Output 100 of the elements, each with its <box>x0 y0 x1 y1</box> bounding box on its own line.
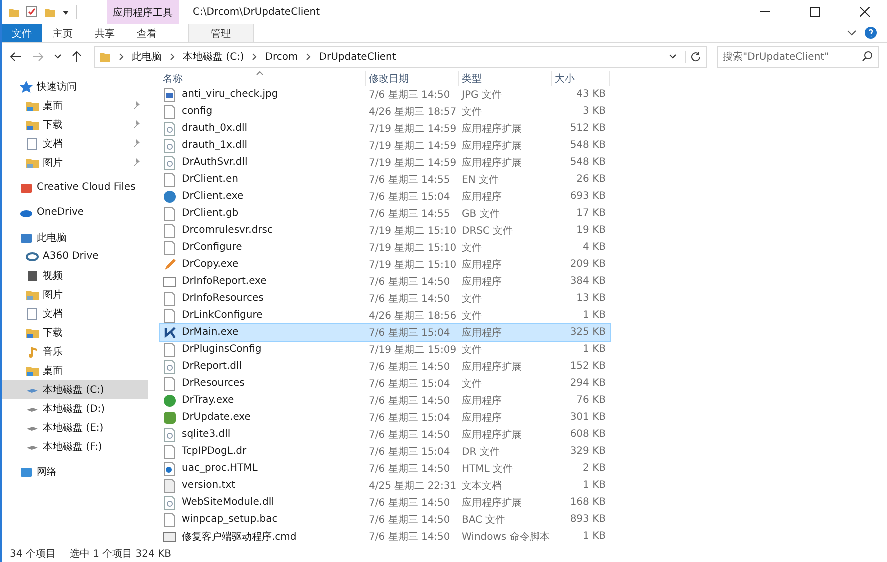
gear-file-icon <box>163 138 177 152</box>
file-row[interactable]: TcpIPDogL.dr 7/6 星期三 15:04 DR 文件 329 KB <box>160 443 610 460</box>
nav-item[interactable]: 视频 <box>2 266 148 285</box>
file-row[interactable]: WebSiteModule.dll 7/6 星期三 14:50 应用程序扩展 168 KB <box>160 494 610 511</box>
properties-icon[interactable] <box>26 6 38 18</box>
size-cell-text: 1 KB <box>582 344 607 355</box>
file-row[interactable]: DrAuthSvr.dll 7/19 星期二 14:59 应用程序扩展 548 KB <box>160 154 610 171</box>
date-cell-text: 7/6 星期三 15:04 <box>368 190 452 204</box>
nav-item[interactable]: 下载 <box>2 115 148 134</box>
column-header[interactable]: 名称 <box>160 71 366 86</box>
date-cell-text: 7/6 星期三 15:04 <box>368 378 452 390</box>
nav-item[interactable]: 文档 <box>2 134 148 153</box>
maximize-icon[interactable] <box>810 7 820 17</box>
date-cell-text: 7/6 星期三 14:50 <box>368 514 452 526</box>
size-cell-text: 893 KB <box>569 514 607 525</box>
file-row[interactable]: version.txt 4/25 星期二 22:31 文本文档 1 KB <box>160 477 610 494</box>
pin-icon[interactable] <box>132 139 140 148</box>
search-field[interactable]: 搜索"DrUpdateClient" <box>717 46 879 68</box>
file-row[interactable]: Drcomrulesvr.drsc 7/19 星期二 15:10 DRSC 文件 19 KB <box>160 222 610 239</box>
file-row[interactable]: DrCopy.exe 7/19 星期二 15:10 应用程序 209 KB <box>160 256 610 273</box>
chevron-down-icon[interactable] <box>669 54 677 60</box>
file-row[interactable]: DrMain.exe 7/6 星期三 15:04 应用程序 325 KB <box>160 324 610 341</box>
close-icon[interactable] <box>860 7 870 17</box>
chevron-down-icon[interactable] <box>847 29 857 37</box>
nav-item[interactable]: 桌面 <box>2 96 148 115</box>
ribbon-tab[interactable]: 主页 <box>42 24 84 42</box>
type-cell-text: 文件 <box>461 106 483 118</box>
nav-item[interactable]: 音乐 <box>2 342 148 361</box>
nav-item[interactable]: OneDrive <box>2 203 148 222</box>
file-row[interactable]: 修复客户端驱动程序.cmd 7/6 星期三 14:50 Windows 命令脚本 1 KB <box>160 528 610 545</box>
size-cell-text: 168 KB <box>569 497 607 508</box>
type-cell-text: 应用程序扩展 <box>461 122 523 136</box>
date-cell-text: 7/19 星期二 15:09 <box>368 344 458 356</box>
date-cell-text: 7/19 星期二 15:10 <box>368 258 458 272</box>
file-row[interactable]: DrTray.exe 7/6 星期三 14:50 应用程序 76 KB <box>160 392 610 409</box>
column-header[interactable]: 类型 <box>459 71 552 86</box>
file-name: 修复客户端驱动程序.cmd <box>182 530 297 544</box>
nav-item[interactable]: 本地磁盘 (F:) <box>2 437 148 456</box>
file-row[interactable]: drauth_0x.dll 7/19 星期二 14:59 应用程序扩展 512 KB <box>160 120 610 137</box>
nav-item[interactable]: 快速访问 <box>2 77 148 96</box>
nav-item[interactable]: 本地磁盘 (D:) <box>2 399 148 418</box>
nav-item[interactable]: 下载 <box>2 323 148 342</box>
ribbon-tab[interactable]: 管理 <box>188 24 254 42</box>
file-row[interactable]: uac_proc.HTML 7/6 星期三 14:50 HTML 文件 2 KB <box>160 460 610 477</box>
gear-file-icon <box>163 156 177 170</box>
file-row[interactable]: DrPluginsConfig 7/19 星期二 15:09 文件 1 KB <box>160 341 610 358</box>
file-row[interactable]: config 4/26 星期三 18:57 文件 3 KB <box>160 103 610 120</box>
date-cell-text: 7/6 星期三 14:55 <box>368 208 452 220</box>
nav-item[interactable]: Creative Cloud Files <box>2 178 148 197</box>
file-row[interactable]: DrInfoReport.exe 7/6 星期三 14:50 应用程序 384 KB <box>160 273 610 290</box>
nav-item[interactable]: 文档 <box>2 304 148 323</box>
file-name: DrLinkConfigure <box>182 310 263 321</box>
date-cell-text: 7/6 星期三 14:50 <box>368 428 452 442</box>
ribbon-tab[interactable]: 共享 <box>84 24 126 42</box>
nav-item[interactable]: 本地磁盘 (E:) <box>2 418 148 437</box>
ribbon-tab[interactable]: 文件 <box>2 24 42 42</box>
file-row[interactable]: drauth_1x.dll 7/19 星期二 14:59 应用程序扩展 548 KB <box>160 137 610 154</box>
ribbon-tab[interactable]: 查看 <box>126 24 168 42</box>
pencil-icon <box>163 258 177 272</box>
up-arrow-icon[interactable] <box>72 51 82 63</box>
file-name: winpcap_setup.bac <box>182 514 278 525</box>
file-row[interactable]: DrReport.dll 7/6 星期三 14:50 应用程序扩展 152 KB <box>160 358 610 375</box>
column-header[interactable]: 修改日期 <box>366 71 459 86</box>
nav-item[interactable]: 图片 <box>2 153 148 172</box>
breadcrumb[interactable]: Drcom <box>265 52 298 62</box>
file-row[interactable]: DrUpdate.exe 7/6 星期三 15:04 应用程序 301 KB <box>160 409 610 426</box>
breadcrumb[interactable]: 此电脑 <box>132 50 162 64</box>
nav-item[interactable]: 网络 <box>2 462 148 481</box>
file-row[interactable]: DrLinkConfigure 4/26 星期三 18:56 文件 1 KB <box>160 307 610 324</box>
column-header[interactable]: 大小 <box>552 71 610 86</box>
help-icon[interactable] <box>865 27 877 39</box>
refresh-icon[interactable] <box>685 51 702 63</box>
size-cell-text: 548 KB <box>569 140 607 151</box>
file-name: TcpIPDogL.dr <box>182 446 247 457</box>
type-cell-text: 应用程序 <box>461 276 503 288</box>
nav-item[interactable]: 本地磁盘 (C:) <box>2 380 148 399</box>
file-row[interactable]: DrInfoResources 7/6 星期三 14:50 文件 13 KB <box>160 290 610 307</box>
pin-icon[interactable] <box>132 120 140 129</box>
file-row[interactable]: DrClient.exe 7/6 星期三 15:04 应用程序 693 KB <box>160 188 610 205</box>
nav-item[interactable]: 图片 <box>2 285 148 304</box>
nav-item[interactable]: 桌面 <box>2 361 148 380</box>
pin-icon[interactable] <box>132 101 140 110</box>
file-row[interactable]: anti_viru_check.jpg 7/6 星期三 14:50 JPG 文件 43 KB <box>160 86 610 103</box>
size-cell-text: 1 KB <box>582 531 607 542</box>
file-row[interactable]: DrClient.en 7/6 星期三 14:55 EN 文件 26 KB <box>160 171 610 188</box>
file-row[interactable]: DrConfigure 7/19 星期二 15:10 文件 4 KB <box>160 239 610 256</box>
nav-item[interactable]: 此电脑 <box>2 228 148 247</box>
chevron-down-icon[interactable] <box>54 54 62 60</box>
date-cell-text: 7/19 星期二 14:59 <box>368 156 458 170</box>
address-bar[interactable]: 此电脑 本地磁盘 (C:) Drcom DrUpdateClient <box>94 46 707 68</box>
file-row[interactable]: DrClient.gb 7/6 星期三 14:55 GB 文件 17 KB <box>160 205 610 222</box>
size-cell-text: 26 KB <box>576 174 607 185</box>
pin-icon[interactable] <box>132 158 140 167</box>
nav-item[interactable]: A360 Drive <box>2 247 148 266</box>
file-row[interactable]: winpcap_setup.bac 7/6 星期三 14:50 BAC 文件 893 KB <box>160 511 610 528</box>
file-row[interactable]: sqlite3.dll 7/6 星期三 14:50 应用程序扩展 608 KB <box>160 426 610 443</box>
back-arrow-icon[interactable] <box>10 52 22 62</box>
breadcrumb[interactable]: DrUpdateClient <box>319 52 396 62</box>
breadcrumb[interactable]: 本地磁盘 (C:) <box>183 50 244 64</box>
file-row[interactable]: DrResources 7/6 星期三 15:04 文件 294 KB <box>160 375 610 392</box>
